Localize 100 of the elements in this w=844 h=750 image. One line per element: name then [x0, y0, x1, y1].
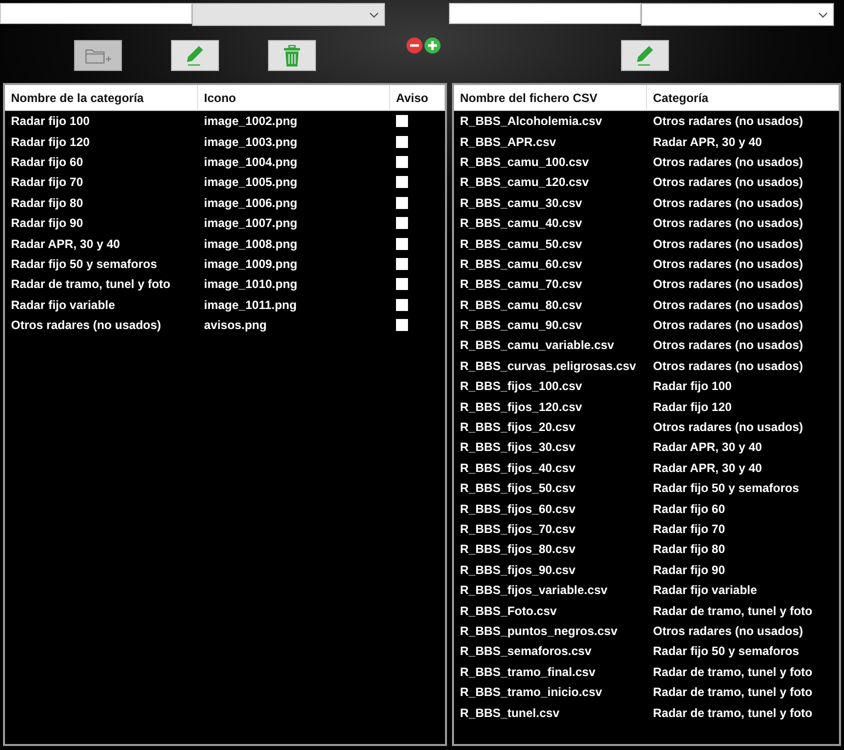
checkbox[interactable]: [396, 156, 408, 168]
column-header[interactable]: Icono: [198, 85, 390, 111]
table-cell-text: R_BBS_tunel.csv: [459, 704, 560, 722]
column-header[interactable]: Aviso: [390, 85, 445, 111]
column-header[interactable]: Nombre del fichero CSV: [454, 85, 647, 111]
table-cell-text: Radar fijo 120: [652, 398, 733, 416]
table-cell-text: R_BBS_fijos_70.csv: [459, 521, 576, 538]
text-field[interactable]: [449, 3, 641, 24]
table-cell-text: image_1005.png: [203, 174, 298, 192]
minus-icon[interactable]: [406, 37, 423, 54]
table-cell-text: Radar fijo 90: [10, 215, 84, 232]
table-cell-text: Radar de tramo, tunel y foto: [10, 276, 172, 294]
checkbox[interactable]: [396, 298, 408, 311]
table-cell-text: Radar fijo 70: [10, 174, 84, 192]
checkbox[interactable]: [396, 176, 408, 188]
table-cell-text: Otros radares (no usados): [652, 337, 804, 354]
table-cell-text: Radar fijo 50 y semaforos: [652, 643, 800, 660]
checkbox[interactable]: [396, 115, 408, 128]
table-cell-text: Otros radares (no usados): [652, 317, 804, 334]
pencil-icon: [635, 44, 655, 66]
table-cell-text: Radar APR, 30 y 40: [652, 439, 763, 456]
text-field[interactable]: [0, 3, 192, 24]
table-cell-text: Radar fijo 70: [652, 521, 726, 538]
table-cell-text: Otros radares (no usados): [652, 296, 804, 314]
table-cell-text: R_BBS_fijos_100.csv: [459, 378, 584, 396]
checkbox[interactable]: [396, 196, 408, 209]
table-cell-text: R_BBS_camu_100.csv: [459, 154, 590, 171]
table-cell-text: Radar fijo 100: [652, 378, 733, 396]
column-header[interactable]: Nombre de la categoría: [5, 85, 198, 111]
table-cell-text: R_BBS_puntos_negros.csv: [459, 622, 618, 640]
table-cell-text: image_1010.png: [203, 276, 298, 294]
table-cell-text: R_BBS_fijos_30.csv: [459, 439, 576, 456]
table-cell-text: R_BBS_Foto.csv: [459, 602, 558, 620]
table-cell-text: Otros radares (no usados): [652, 276, 804, 294]
table-cell-text: Otros radares (no usados): [652, 194, 804, 212]
table-cell-text: R_BBS_camu_80.csv: [459, 296, 584, 314]
table-cell-text: R_BBS_camu_40.csv: [459, 215, 584, 232]
table-cell-text: R_BBS_camu_70.csv: [459, 276, 584, 294]
checkbox[interactable]: [396, 217, 408, 230]
table-cell-text: avisos.png: [203, 317, 268, 334]
table-cell-text: Otros radares (no usados): [652, 154, 804, 171]
trash-icon: [283, 44, 301, 66]
table-cell-text: Radar fijo variable: [10, 296, 116, 314]
table-cell-text: Otros radares (no usados): [652, 358, 804, 375]
table-cell-text: Otros radares (no usados): [10, 317, 162, 334]
folder-add-icon: [85, 46, 111, 64]
table-cell-text: Radar fijo 100: [10, 113, 91, 130]
table-cell-text: Otros radares (no usados): [652, 174, 804, 192]
table-cell-text: Radar fijo 50 y semaforos: [652, 480, 800, 498]
table-cell-text: Radar de tramo, tunel y foto: [652, 664, 814, 681]
column-header[interactable]: Categoría: [647, 85, 839, 111]
table-cell-text: Radar de tramo, tunel y foto: [652, 684, 814, 702]
table-cell-text: R_BBS_curvas_peligrosas.csv: [459, 358, 638, 375]
table-cell-text: Radar fijo 90: [652, 562, 726, 579]
table-cell-text: image_1009.png: [203, 256, 298, 273]
table-cell-text: Radar fijo 80: [652, 541, 726, 558]
table-cell-text: R_BBS_camu_50.csv: [459, 236, 584, 253]
table-cell-text: Otros radares (no usados): [652, 419, 804, 436]
chevron-down-icon: [818, 12, 828, 18]
table-cell-text: Radar APR, 30 y 40: [652, 134, 763, 151]
table-cell-text: image_1006.png: [203, 194, 298, 212]
table-cell-text: R_BBS_tramo_final.csv: [459, 664, 596, 681]
plus-icon[interactable]: [424, 37, 441, 54]
table-cell-text: Radar de tramo, tunel y foto: [652, 602, 814, 620]
table-cell-text: Radar fijo 60: [10, 154, 84, 171]
table-cell-text: R_BBS_camu_variable.csv: [459, 337, 616, 354]
checkbox[interactable]: [396, 278, 408, 290]
table-cell-text: Radar fijo 120: [10, 134, 91, 151]
table-cell-text: R_BBS_APR.csv: [459, 134, 558, 151]
table-cell-text: Radar fijo 50 y semaforos: [10, 256, 158, 273]
table-cell-text: Otros radares (no usados): [652, 113, 804, 130]
table-cell-text: R_BBS_fijos_40.csv: [459, 460, 576, 477]
table-cell-text: R_BBS_fijos_90.csv: [459, 562, 576, 579]
table-cell-text: image_1004.png: [203, 154, 298, 171]
checkbox[interactable]: [396, 136, 408, 148]
table-cell-text: Radar fijo variable: [652, 582, 758, 600]
table-cell-text: Radar APR, 30 y 40: [10, 236, 121, 253]
table-cell-text: Radar fijo 80: [10, 194, 84, 212]
table-cell-text: Otros radares (no usados): [652, 236, 804, 253]
table-cell-text: Otros radares (no usados): [652, 622, 804, 640]
table-cell-text: image_1002.png: [203, 113, 298, 130]
table-cell-text: R_BBS_camu_120.csv: [459, 174, 590, 192]
table-cell-text: Radar APR, 30 y 40: [652, 460, 763, 477]
table-cell-text: Otros radares (no usados): [652, 256, 804, 273]
table-cell-text: R_BBS_camu_60.csv: [459, 256, 584, 273]
table-cell-text: image_1003.png: [203, 134, 298, 151]
table-cell-text: R_BBS_Alcoholemia.csv: [459, 113, 604, 130]
table-cell-text: R_BBS_fijos_variable.csv: [459, 582, 608, 600]
table-cell-text: R_BBS_semaforos.csv: [459, 643, 592, 660]
checkbox[interactable]: [396, 238, 408, 250]
table-cell-text: image_1007.png: [203, 215, 298, 232]
table-cell-text: Otros radares (no usados): [652, 215, 804, 232]
chevron-down-icon: [369, 12, 379, 18]
pencil-icon: [185, 44, 205, 66]
table-cell-text: R_BBS_fijos_80.csv: [459, 541, 576, 558]
table-cell-text: R_BBS_tramo_inicio.csv: [459, 684, 604, 702]
checkbox[interactable]: [396, 258, 408, 270]
checkbox[interactable]: [396, 319, 408, 332]
table-cell-text: R_BBS_camu_30.csv: [459, 194, 584, 212]
table-cell-text: R_BBS_fijos_50.csv: [459, 480, 576, 498]
